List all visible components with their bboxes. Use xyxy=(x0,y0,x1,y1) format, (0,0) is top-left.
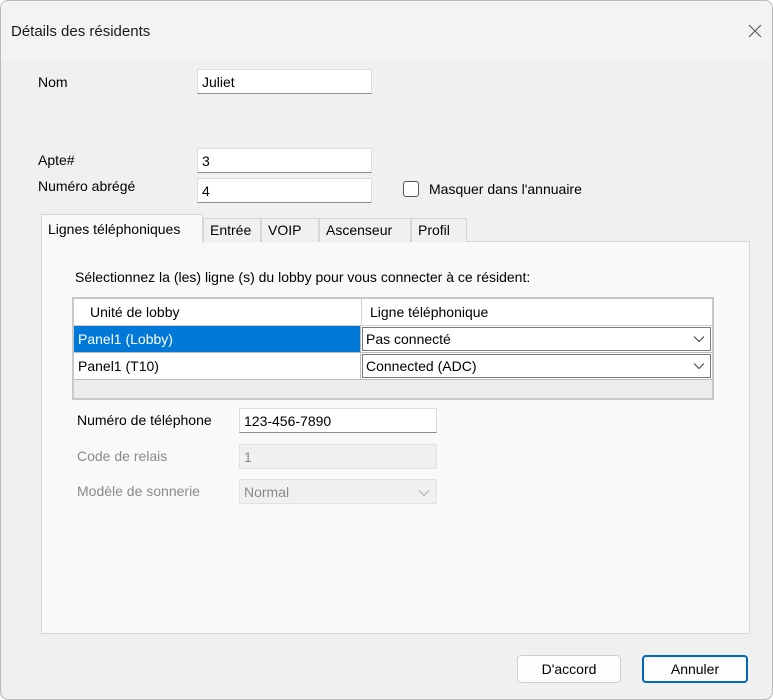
window-title: Détails des résidents xyxy=(11,23,151,40)
ring-select-value: Normal xyxy=(244,484,290,500)
tab-ascenseur[interactable]: Ascenseur xyxy=(319,218,411,242)
apte-label: Apte# xyxy=(38,152,75,168)
column-header-line: Ligne téléphonique xyxy=(370,304,489,320)
ok-button[interactable]: D'accord xyxy=(517,655,621,683)
phone-input[interactable]: 123-456-7890 xyxy=(239,408,437,433)
table-row[interactable]: Panel1 (Lobby) Pas connecté xyxy=(74,326,712,353)
column-header-unit: Unité de lobby xyxy=(90,304,180,320)
column-divider xyxy=(361,299,362,326)
ring-label: Modèle de sonnerie xyxy=(77,483,200,499)
row-line-dropdown[interactable]: Connected (ADC) xyxy=(361,353,712,380)
tab-entree[interactable]: Entrée xyxy=(203,218,261,242)
close-button[interactable] xyxy=(740,17,770,45)
ring-select: Normal xyxy=(239,479,437,504)
row-unit-cell[interactable]: Panel1 (Lobby) xyxy=(74,326,361,353)
chevron-down-icon xyxy=(418,490,430,497)
chevron-down-icon xyxy=(693,336,705,343)
masquer-checkbox[interactable] xyxy=(403,181,419,197)
row-unit-cell[interactable]: Panel1 (T10) xyxy=(74,353,361,380)
dropdown-button[interactable] xyxy=(688,355,710,377)
dropdown-box[interactable]: Connected (ADC) xyxy=(362,354,711,378)
numero-abrege-label: Numéro abrégé xyxy=(38,178,136,194)
table-header: Unité de lobby Ligne téléphonique xyxy=(74,299,712,326)
dropdown-button[interactable] xyxy=(688,328,710,350)
relay-input: 1 xyxy=(239,444,437,469)
relay-label: Code de relais xyxy=(77,448,168,464)
instruction-text: Sélectionnez la (les) ligne (s) du lobby… xyxy=(75,269,531,285)
nom-label: Nom xyxy=(38,74,68,90)
resident-details-dialog: Détails des résidents Nom Juliet Apte# 3… xyxy=(0,0,773,700)
lobby-lines-table: Unité de lobby Ligne téléphonique Panel1… xyxy=(72,297,714,400)
row-line-dropdown[interactable]: Pas connecté xyxy=(361,326,712,353)
masquer-label[interactable]: Masquer dans l'annuaire xyxy=(429,181,582,197)
cancel-button[interactable]: Annuler xyxy=(642,655,748,683)
dropdown-value: Connected (ADC) xyxy=(366,358,477,374)
tab-voip[interactable]: VOIP xyxy=(261,218,319,242)
table-row[interactable]: Panel1 (T10) Connected (ADC) xyxy=(74,353,712,380)
dropdown-value: Pas connecté xyxy=(366,331,451,347)
numero-abrege-input[interactable]: 4 xyxy=(197,178,372,203)
nom-input[interactable]: Juliet xyxy=(197,69,372,94)
tab-lignes-telephoniques[interactable]: Lignes téléphoniques xyxy=(41,214,203,243)
chevron-down-icon xyxy=(693,363,705,370)
tab-profil[interactable]: Profil xyxy=(411,218,467,242)
phone-label: Numéro de téléphone xyxy=(77,412,212,428)
dropdown-box[interactable]: Pas connecté xyxy=(362,327,711,351)
close-icon xyxy=(748,24,762,38)
title-bar: Détails des résidents xyxy=(1,1,772,59)
apte-input[interactable]: 3 xyxy=(197,148,372,173)
